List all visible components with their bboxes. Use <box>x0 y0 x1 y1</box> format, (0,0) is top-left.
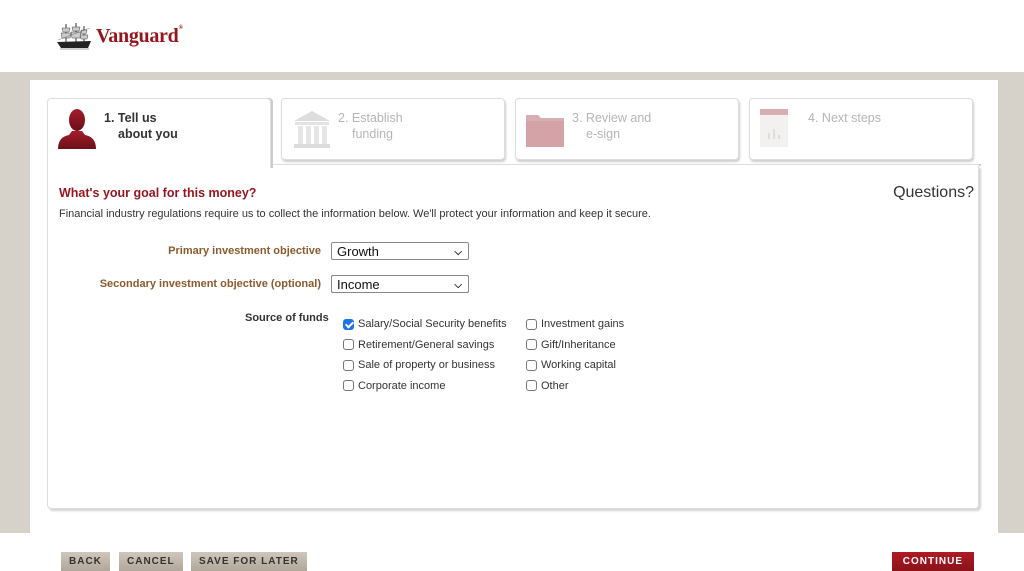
source-of-funds-column-1: Salary/Social Security benefits Retireme… <box>343 314 507 396</box>
checkbox-gift-inheritance[interactable]: Gift/Inheritance <box>526 335 624 356</box>
checkbox-other[interactable]: Other <box>526 376 624 397</box>
checkbox-label: Retirement/General savings <box>358 338 495 351</box>
brand-name: Vanguard® <box>96 25 183 47</box>
section-title: What's your goal for this money? <box>59 186 257 200</box>
checkbox-unchecked[interactable] <box>343 380 354 392</box>
step-label: 4. Next steps <box>808 111 881 125</box>
step-tab-2[interactable]: 2. Establish funding <box>281 98 505 160</box>
checkbox-sale-of-property[interactable]: Sale of property or business <box>343 355 507 376</box>
form-content: What's your goal for this money? Questio… <box>47 166 979 571</box>
step-tab-4[interactable]: 4. Next steps <box>749 98 973 160</box>
checkbox-salary[interactable]: Salary/Social Security benefits <box>343 314 507 335</box>
document-chart-icon <box>758 107 802 156</box>
chevron-down-icon: ⌵ <box>454 280 462 291</box>
source-of-funds-label: Source of funds <box>245 312 329 324</box>
checkbox-label: Gift/Inheritance <box>541 338 616 351</box>
checkbox-label: Salary/Social Security benefits <box>358 318 507 331</box>
secondary-objective-select[interactable]: Income ⌵ <box>331 275 469 293</box>
checkbox-working-capital[interactable]: Working capital <box>526 355 624 376</box>
checkbox-unchecked[interactable] <box>343 339 354 351</box>
questions-link[interactable]: Questions? <box>893 184 974 202</box>
checkbox-label: Investment gains <box>541 318 625 331</box>
site-header: Vanguard® <box>0 0 1024 72</box>
step-tab-3[interactable]: 3. Review and e-sign <box>515 98 739 160</box>
chevron-down-icon: ⌵ <box>454 247 462 258</box>
step-label: 1. Tell us about you <box>104 111 178 141</box>
step-label: 2. Establish funding <box>338 111 403 141</box>
checkbox-retirement[interactable]: Retirement/General savings <box>343 335 507 356</box>
step-tabs: 1. Tell us about you 2. Establish funding <box>47 98 979 168</box>
secondary-objective-row: Secondary investment objective (optional… <box>48 275 469 293</box>
checkbox-unchecked[interactable] <box>526 380 537 392</box>
checkbox-label: Corporate income <box>358 379 446 392</box>
vanguard-logo[interactable]: Vanguard® <box>56 22 183 50</box>
checkbox-checked[interactable] <box>343 318 354 330</box>
checkbox-label: Sale of property or business <box>358 359 495 372</box>
main-panel: 1. Tell us about you 2. Establish funding <box>30 80 998 571</box>
secondary-objective-label: Secondary investment objective (optional… <box>99 278 321 290</box>
checkbox-label: Working capital <box>541 359 616 372</box>
checkbox-label: Other <box>541 379 569 392</box>
step-label: 3. Review and e-sign <box>572 111 652 141</box>
cancel-button[interactable]: CANCEL <box>119 552 183 571</box>
checkbox-unchecked[interactable] <box>526 318 537 330</box>
primary-objective-row: Primary investment objective Growth ⌵ <box>48 242 469 260</box>
person-icon <box>56 107 100 156</box>
back-button[interactable]: BACK <box>61 552 110 571</box>
source-of-funds-column-2: Investment gains Gift/Inheritance Workin… <box>526 314 624 396</box>
folder-icon <box>524 107 568 156</box>
checkbox-unchecked[interactable] <box>526 359 537 371</box>
checkbox-investment-gains[interactable]: Investment gains <box>526 314 624 335</box>
primary-objective-select[interactable]: Growth ⌵ <box>331 242 469 260</box>
bank-icon <box>290 107 334 156</box>
step-tab-1[interactable]: 1. Tell us about you <box>47 98 271 168</box>
checkbox-corporate-income[interactable]: Corporate income <box>343 376 507 397</box>
regulation-notice: Financial industry regulations require u… <box>59 208 651 220</box>
save-for-later-button[interactable]: SAVE FOR LATER <box>191 552 307 571</box>
primary-objective-label: Primary investment objective <box>168 245 321 257</box>
continue-button[interactable]: CONTINUE <box>891 552 974 571</box>
ship-icon <box>57 23 91 50</box>
checkbox-unchecked[interactable] <box>526 339 537 351</box>
checkbox-unchecked[interactable] <box>343 359 354 371</box>
